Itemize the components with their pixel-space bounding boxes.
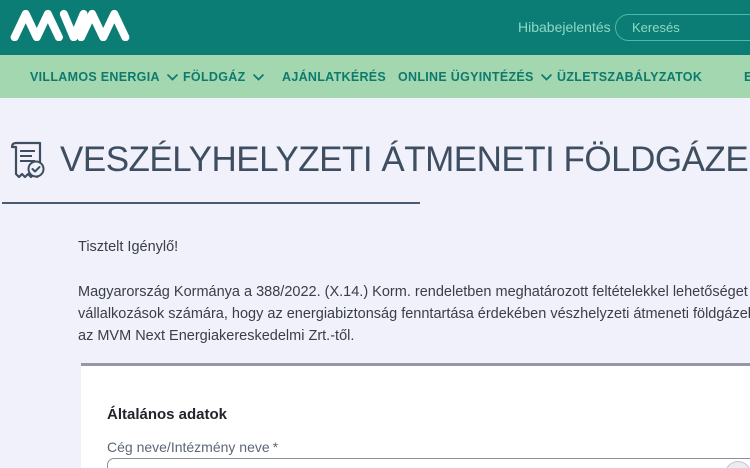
form-section-title: Általános adatok	[107, 406, 227, 423]
nav-item-label: AJÁNLATKÉRÉS	[282, 70, 386, 84]
title-underline	[2, 202, 420, 204]
nav-item-label: FÖLDGÁZ	[183, 70, 246, 84]
mvm-logo[interactable]	[8, 9, 132, 41]
chevron-down-icon	[167, 74, 178, 81]
nav-item-label: ÜZLETSZABÁLYZATOK	[557, 70, 702, 84]
form-card: Általános adatok Cég neve/Intézmény neve…	[81, 363, 750, 468]
receipt-check-icon	[8, 138, 50, 182]
intro-line: vállalkozások számára, hogy az energiabi…	[78, 303, 750, 325]
nav-item-villamos-energia[interactable]: VILLAMOS ENERGIA	[30, 55, 178, 98]
search-input[interactable]	[615, 14, 750, 41]
nav-item-label: ONLINE ÜGYINTÉZÉS	[398, 70, 534, 84]
page-title-row: VESZÉLYHELYZETI ÁTMENETI FÖLDGÁZELLÁTÁS	[8, 138, 750, 182]
page-title: VESZÉLYHELYZETI ÁTMENETI FÖLDGÁZELLÁTÁS	[60, 140, 750, 180]
main-nav: VILLAMOS ENERGIA FÖLDGÁZ AJÁNLATKÉRÉS ON…	[0, 55, 750, 98]
chevron-down-icon	[541, 74, 552, 81]
company-name-input[interactable]	[107, 458, 750, 468]
nav-item-truncated[interactable]: E	[744, 55, 750, 98]
site-header: Hibabejelentés	[0, 0, 750, 55]
intro-paragraph: Magyarország Kormánya a 388/2022. (X.14.…	[78, 281, 750, 347]
greeting-text: Tisztelt Igénylő!	[78, 239, 178, 255]
required-asterisk: *	[273, 439, 278, 455]
intro-line: az MVM Next Energiakereskedelmi Zrt.-től…	[78, 325, 750, 347]
company-name-label: Cég neve/Intézmény neve*	[107, 439, 278, 455]
nav-item-label: E	[744, 70, 750, 84]
error-report-link[interactable]: Hibabejelentés	[518, 19, 611, 35]
nav-item-foldgaz[interactable]: FÖLDGÁZ	[183, 55, 264, 98]
intro-line: Magyarország Kormánya a 388/2022. (X.14.…	[78, 281, 750, 303]
chevron-down-icon	[253, 74, 264, 81]
nav-item-uzletszabalyzatok[interactable]: ÜZLETSZABÁLYZATOK	[557, 55, 702, 98]
main-content: VESZÉLYHELYZETI ÁTMENETI FÖLDGÁZELLÁTÁS …	[0, 98, 750, 468]
nav-item-label: VILLAMOS ENERGIA	[30, 70, 160, 84]
nav-item-online-ugyintezes[interactable]: ONLINE ÜGYINTÉZÉS	[398, 55, 552, 98]
nav-item-ajanlatkeres[interactable]: AJÁNLATKÉRÉS	[282, 55, 386, 98]
